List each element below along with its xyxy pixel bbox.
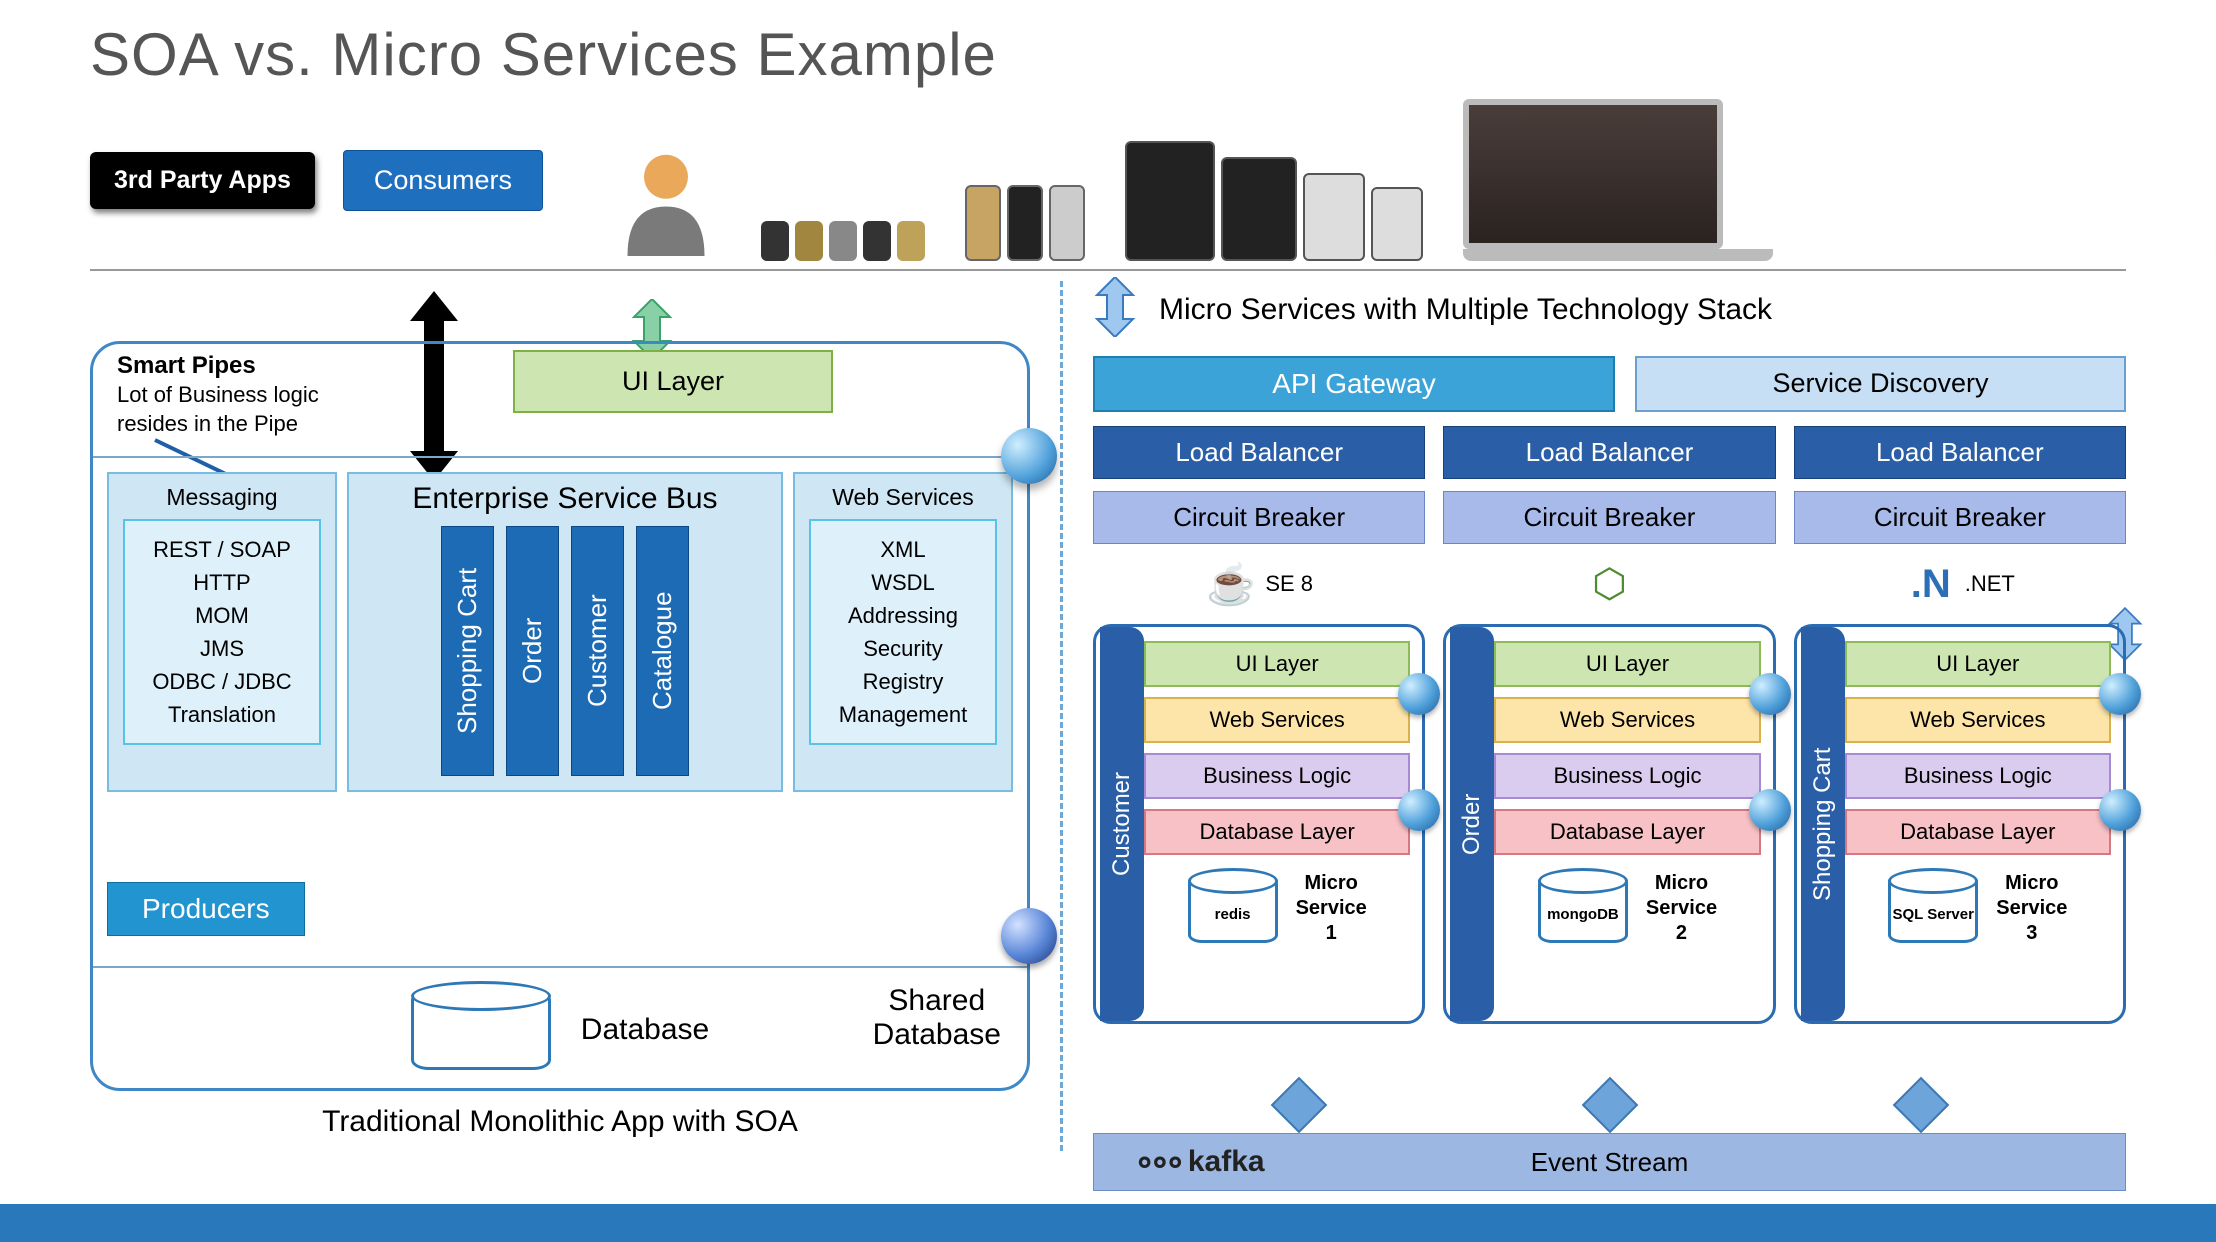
layer-ws: Web Services bbox=[1494, 697, 1760, 743]
microservices-section: Micro Services with Multiple Technology … bbox=[1093, 281, 2126, 1221]
globe-icon bbox=[1398, 789, 1440, 831]
circuit-breaker-box: Circuit Breaker bbox=[1093, 491, 1425, 544]
tech-nodejs: ⬡ bbox=[1443, 556, 1775, 612]
service-discovery-box: Service Discovery bbox=[1635, 356, 2126, 412]
tech-java: ☕ SE 8 bbox=[1093, 556, 1425, 612]
smart-pipes-note: Smart Pipes Lot of Business logic reside… bbox=[117, 350, 319, 438]
diamond-connectors bbox=[1143, 1085, 2076, 1125]
consumers-box: Consumers bbox=[343, 150, 543, 211]
ms-label-2: MicroService2 bbox=[1646, 871, 1717, 946]
diamond-icon bbox=[1270, 1077, 1327, 1134]
layer-db: Database Layer bbox=[1494, 809, 1760, 855]
database-icon bbox=[411, 990, 551, 1070]
microservice-box-2: Order UI Layer Web Services Business Log… bbox=[1443, 624, 1775, 1024]
right-title: Micro Services with Multiple Technology … bbox=[1159, 293, 1772, 327]
layer-db: Database Layer bbox=[1144, 809, 1410, 855]
globe-icon bbox=[1749, 673, 1791, 715]
redis-db-icon: redis bbox=[1188, 875, 1278, 943]
layer-ui: UI Layer bbox=[1845, 641, 2111, 687]
ms-name-order: Order bbox=[1450, 627, 1494, 1021]
slide: SOA vs. Micro Services Example 3rd Party… bbox=[0, 0, 2216, 1242]
webservices-col: Web Services XML WSDL Addressing Securit… bbox=[793, 472, 1013, 792]
soa-container: Smart Pipes Lot of Business logic reside… bbox=[90, 341, 1030, 1091]
third-party-apps-box: 3rd Party Apps bbox=[90, 152, 315, 209]
microservice-box-3: Shopping Cart UI Layer Web Services Busi… bbox=[1794, 624, 2126, 1024]
esb-col: Enterprise Service Bus Shopping Cart Ord… bbox=[347, 472, 783, 792]
bi-directional-arrow-blue-icon bbox=[1093, 277, 1137, 342]
esb-customer: Customer bbox=[571, 526, 624, 776]
messaging-col: Messaging REST / SOAP HTTP MOM JMS ODBC … bbox=[107, 472, 337, 792]
producers-box: Producers bbox=[107, 882, 305, 936]
laptop-icon bbox=[1463, 99, 1773, 261]
ms-label-3: MicroService3 bbox=[1996, 871, 2067, 946]
slide-title: SOA vs. Micro Services Example bbox=[90, 20, 2126, 89]
ui-layer-box: UI Layer bbox=[513, 350, 833, 413]
ms-name-customer: Customer bbox=[1100, 627, 1144, 1021]
globe-icon bbox=[1001, 428, 1057, 484]
diamond-icon bbox=[1581, 1077, 1638, 1134]
circuit-breaker-box: Circuit Breaker bbox=[1794, 491, 2126, 544]
globe-icon bbox=[1398, 673, 1440, 715]
kafka-label: ∘∘∘ kafka bbox=[1134, 1142, 1265, 1182]
header-row: 3rd Party Apps Consumers bbox=[90, 99, 2126, 271]
database-label: Database bbox=[581, 1013, 709, 1047]
circuit-breaker-box: Circuit Breaker bbox=[1443, 491, 1775, 544]
right-header: Micro Services with Multiple Technology … bbox=[1093, 277, 2126, 342]
vertical-divider bbox=[1060, 281, 1063, 1151]
content: Smart Pipes Lot of Business logic reside… bbox=[90, 281, 2126, 1221]
java-icon: ☕ bbox=[1205, 558, 1257, 610]
layer-ws: Web Services bbox=[1845, 697, 2111, 743]
kafka-icon: ∘∘∘ bbox=[1134, 1142, 1180, 1182]
load-balancer-box: Load Balancer bbox=[1093, 426, 1425, 479]
load-balancer-box: Load Balancer bbox=[1794, 426, 2126, 479]
microservice-box-1: Customer UI Layer Web Services Business … bbox=[1093, 624, 1425, 1024]
sqlserver-db-icon: SQL Server bbox=[1888, 875, 1978, 943]
load-balancer-box: Load Balancer bbox=[1443, 426, 1775, 479]
tech-dotnet: .N .NET bbox=[1794, 556, 2126, 612]
event-stream-label: Event Stream bbox=[1531, 1147, 1689, 1178]
event-stream-box: ∘∘∘ kafka Event Stream bbox=[1093, 1133, 2126, 1191]
device-icons bbox=[611, 99, 1773, 261]
soa-caption: Traditional Monolithic App with SOA bbox=[90, 1105, 1030, 1139]
nodejs-icon: ⬡ bbox=[1583, 558, 1635, 610]
dotnet-icon: .N bbox=[1905, 558, 1957, 610]
diamond-icon bbox=[1892, 1077, 1949, 1134]
divider-line bbox=[93, 456, 1027, 458]
globe-icon bbox=[2099, 673, 2141, 715]
globe-dark-icon bbox=[1001, 908, 1057, 964]
api-gateway-box: API Gateway bbox=[1093, 356, 1615, 412]
esb-shopping-cart: Shopping Cart bbox=[441, 526, 494, 776]
layer-ui: UI Layer bbox=[1144, 641, 1410, 687]
layer-bl: Business Logic bbox=[1144, 753, 1410, 799]
esb-row: Messaging REST / SOAP HTTP MOM JMS ODBC … bbox=[107, 472, 1013, 792]
esb-catalogue: Catalogue bbox=[636, 526, 689, 776]
layer-ui: UI Layer bbox=[1494, 641, 1760, 687]
globe-icon bbox=[2099, 789, 2141, 831]
layer-db: Database Layer bbox=[1845, 809, 2111, 855]
layer-bl: Business Logic bbox=[1845, 753, 2111, 799]
top-row: API Gateway Service Discovery bbox=[1093, 356, 2126, 412]
ms-name-shopping-cart: Shopping Cart bbox=[1801, 627, 1845, 1021]
ms-column-1: Load Balancer Circuit Breaker ☕ SE 8 Cus… bbox=[1093, 426, 1425, 1024]
smartwatch-icon bbox=[761, 221, 925, 261]
layer-bl: Business Logic bbox=[1494, 753, 1760, 799]
esb-order: Order bbox=[506, 526, 559, 776]
webservices-items: XML WSDL Addressing Security Registry Ma… bbox=[809, 519, 997, 745]
messaging-items: REST / SOAP HTTP MOM JMS ODBC / JDBC Tra… bbox=[123, 519, 321, 745]
ms-column-2: Load Balancer Circuit Breaker ⬡ Order UI… bbox=[1443, 426, 1775, 1024]
tablet-icon bbox=[1125, 141, 1423, 261]
person-icon bbox=[611, 146, 721, 261]
bottom-bar bbox=[0, 1204, 2216, 1242]
ms-label-1: MicroService1 bbox=[1296, 871, 1367, 946]
smartphone-icon bbox=[965, 185, 1085, 261]
ms-column-3: Load Balancer Circuit Breaker .N .NET Sh… bbox=[1794, 426, 2126, 1024]
mongodb-db-icon: mongoDB bbox=[1538, 875, 1628, 943]
globe-icon bbox=[1749, 789, 1791, 831]
layer-ws: Web Services bbox=[1144, 697, 1410, 743]
shared-database-label: SharedDatabase bbox=[873, 984, 1001, 1052]
microservices-grid: Load Balancer Circuit Breaker ☕ SE 8 Cus… bbox=[1093, 426, 2126, 1024]
soa-section: Smart Pipes Lot of Business logic reside… bbox=[90, 281, 1030, 1221]
